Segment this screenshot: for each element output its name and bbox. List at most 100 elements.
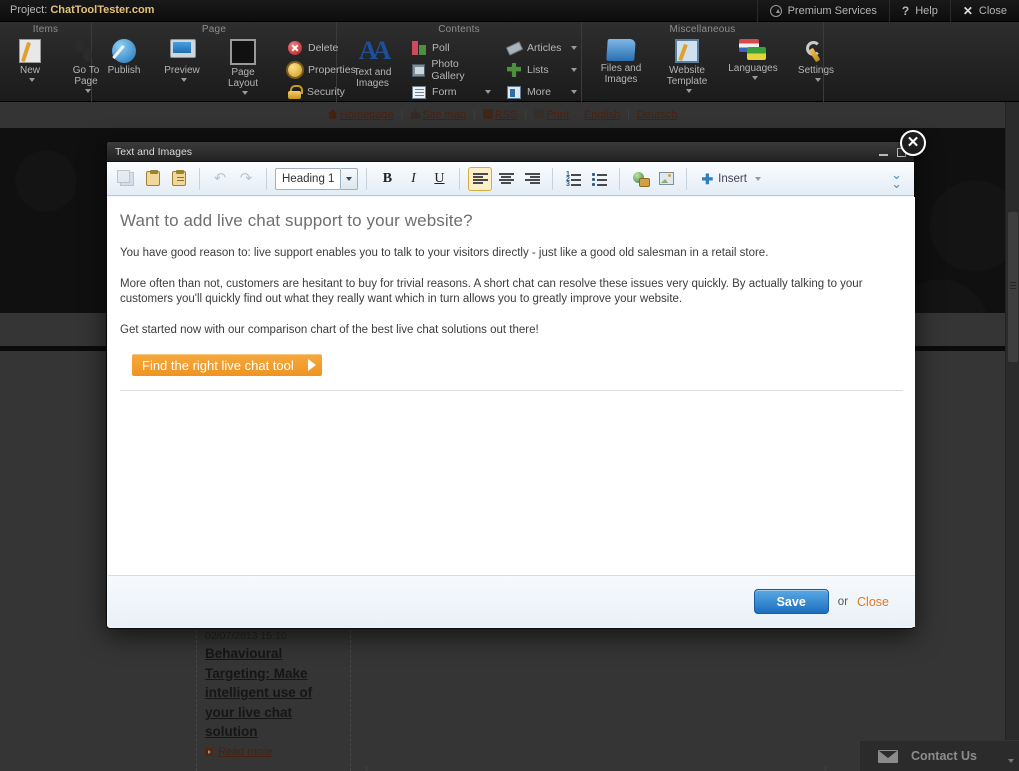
insert-image-icon (658, 172, 674, 185)
or-label: or (837, 595, 849, 608)
ribbon-button-files-and-images[interactable]: Files and Images (592, 37, 650, 85)
sitemap-icon (410, 109, 421, 119)
italic-button[interactable]: I (401, 167, 425, 191)
chevron-down-icon (754, 176, 761, 181)
site-link-deutsch[interactable]: Deutsch (637, 109, 677, 121)
rss-icon (482, 109, 493, 119)
news-date: 02/07/2013 15:10 (205, 630, 287, 642)
project-label: Project: ChatToolTester.com (10, 4, 154, 16)
ribbon-button-photo-gallery[interactable]: Photo Gallery (408, 58, 495, 82)
underline-label: U (434, 170, 445, 186)
ribbon-button-page-layout[interactable]: Page Layout (214, 37, 272, 95)
ordered-list-button[interactable]: 123 (561, 167, 585, 191)
nav-separator: | (472, 109, 476, 121)
center-content-column: Edit content ✕ Learn what our website is… (366, 767, 826, 771)
poll-bars-icon (412, 41, 427, 55)
ribbon-button-text-and-images[interactable]: AA Text and Images (345, 36, 400, 90)
align-center-button[interactable] (494, 167, 518, 191)
insert-image-button[interactable] (654, 167, 678, 191)
insert-label: Insert (718, 172, 747, 185)
ribbon-button-publish[interactable]: Publish (98, 37, 150, 76)
align-left-icon (472, 172, 488, 185)
ribbon-button-form[interactable]: Form (408, 83, 495, 101)
unordered-list-button[interactable] (587, 167, 611, 191)
bold-label: B (382, 170, 393, 186)
close-app-button[interactable]: ✕ Close (949, 0, 1019, 22)
news-title-link[interactable]: Behavioural Targeting: Make intelligent … (205, 644, 342, 742)
paste-text-icon (172, 170, 186, 186)
photo-gallery-icon (412, 63, 426, 77)
page-scrollbar[interactable] (1005, 102, 1019, 771)
project-prefix: Project: (10, 4, 48, 16)
ribbon-label-articles: Articles (527, 42, 562, 54)
insert-menu-button[interactable]: ✚ Insert (695, 167, 767, 191)
read-more-label[interactable]: Read more (218, 746, 272, 758)
bold-button[interactable]: B (375, 167, 399, 191)
undo-button[interactable]: ↶ (208, 167, 232, 191)
cta-button[interactable]: Find the right live chat tool (132, 354, 322, 376)
site-link-homepage[interactable]: Homepage (327, 109, 394, 121)
template-pen-icon (675, 39, 699, 63)
ribbon-button-lists[interactable]: Lists (503, 61, 581, 79)
align-center-icon (498, 172, 514, 185)
ribbon-button-poll[interactable]: Poll (408, 39, 495, 57)
toolbar-separator (459, 167, 461, 190)
redo-icon: ↷ (239, 169, 253, 187)
insert-link-button[interactable] (628, 167, 652, 191)
ribbon-group-contents: Contents AA Text and Images Poll Photo G… (337, 22, 582, 102)
help-button[interactable]: ? Help (888, 0, 950, 22)
chevron-down-icon (814, 78, 821, 82)
ribbon-button-languages[interactable]: Languages (724, 37, 782, 80)
app-titlebar: Project: ChatToolTester.com Premium Serv… (0, 0, 1019, 22)
minimize-icon[interactable] (879, 154, 888, 156)
chevron-down-icon (180, 78, 187, 82)
underline-button[interactable]: U (427, 167, 451, 191)
x-icon: ✕ (962, 4, 973, 18)
layout-square-icon (230, 39, 256, 65)
contact-us-widget[interactable]: Contact Us (859, 740, 1019, 771)
printer-icon (534, 109, 545, 119)
dialog-titlebar[interactable]: Text and Images (107, 142, 914, 162)
paste-text-button[interactable] (167, 167, 191, 191)
double-a-icon: AA (358, 36, 392, 65)
site-link-print[interactable]: Print (534, 109, 569, 121)
chevron-down-icon (751, 76, 758, 80)
site-link-english[interactable]: English (584, 109, 620, 121)
align-right-button[interactable] (520, 167, 544, 191)
more-icon (507, 85, 521, 99)
news-read-more[interactable]: Read more (205, 746, 342, 758)
lists-puzzle-icon (507, 63, 521, 77)
chevron-down-icon (28, 78, 35, 82)
home-icon (327, 109, 338, 119)
paragraph-style-select[interactable]: Heading 1 (275, 167, 359, 190)
chevron-down-icon (241, 91, 248, 95)
site-link-site-map[interactable]: Site map (410, 109, 466, 121)
paste-button[interactable] (141, 167, 165, 191)
dialog-close-button[interactable]: ✕ (900, 130, 926, 156)
ribbon-button-new[interactable]: New (4, 37, 56, 82)
form-icon (412, 85, 427, 99)
ribbon-button-website-template[interactable]: Website Template (658, 37, 716, 93)
premium-services-label: Premium Services (787, 5, 877, 17)
chevron-down-icon[interactable] (341, 167, 359, 190)
align-left-button[interactable] (468, 166, 493, 191)
site-link-rss[interactable]: RSS (482, 109, 517, 121)
group-label-contents: Contents (438, 24, 480, 35)
close-link[interactable]: Close (857, 595, 889, 609)
toolbar-separator (552, 167, 554, 190)
double-chevron-down-icon[interactable]: ⌄ ⌄ (891, 168, 902, 190)
toolbar-separator (619, 167, 621, 190)
toolbar-separator (366, 167, 368, 190)
ribbon-button-more[interactable]: More (503, 83, 581, 101)
ribbon-label-preview: Preview (164, 65, 200, 76)
premium-services-button[interactable]: Premium Services (756, 0, 889, 22)
copy-button[interactable] (115, 167, 139, 191)
editor-heading: Want to add live chat support to your we… (120, 211, 473, 230)
ribbon-button-preview[interactable]: Preview (156, 37, 208, 82)
editor-content-area[interactable]: Want to add live chat support to your we… (108, 197, 915, 575)
ribbon-label-lists: Lists (527, 64, 549, 76)
redo-button[interactable]: ↷ (234, 167, 258, 191)
scrollbar-thumb[interactable] (1008, 212, 1018, 362)
save-button[interactable]: Save (753, 589, 829, 614)
ribbon-button-articles[interactable]: Articles (503, 39, 581, 57)
